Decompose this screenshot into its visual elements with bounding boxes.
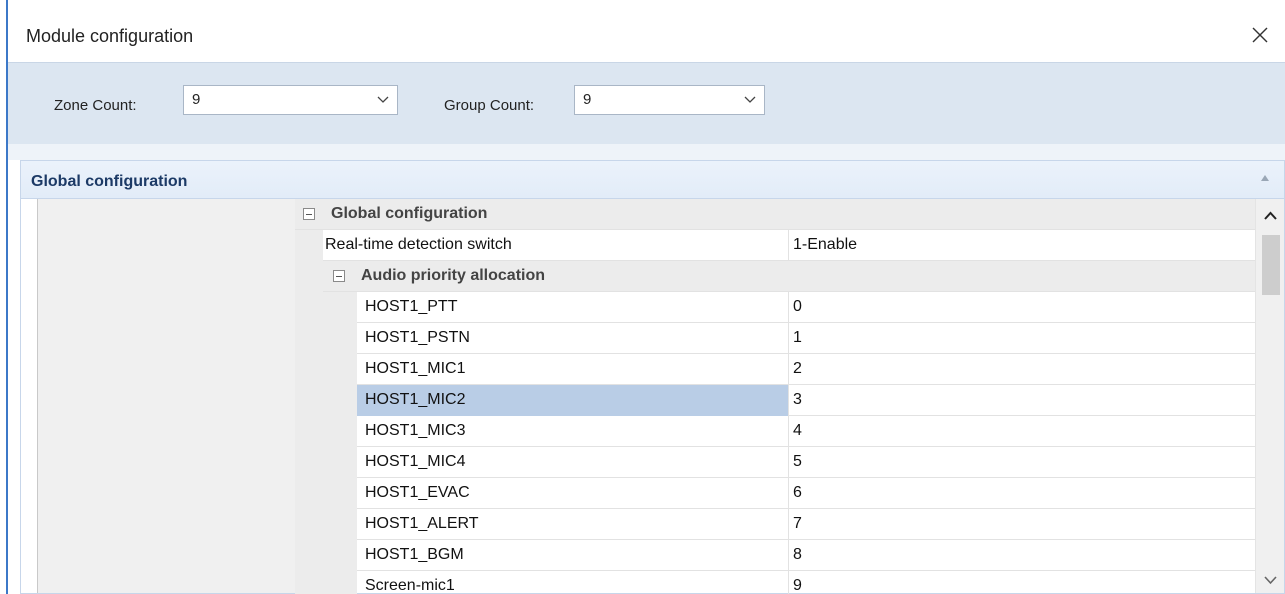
close-icon	[1252, 27, 1268, 43]
property-row[interactable]: HOST1_EVAC 6	[295, 478, 1255, 509]
indent-gutter	[295, 323, 357, 354]
zone-count-dropdown[interactable]: 9	[183, 85, 398, 115]
property-name: HOST1_MIC2	[365, 391, 466, 408]
panel-header[interactable]: Global configuration	[21, 161, 1284, 199]
property-value[interactable]: 6	[793, 484, 802, 502]
property-value[interactable]: 3	[793, 391, 802, 409]
property-row-selected[interactable]: HOST1_MIC2 3	[295, 385, 1255, 416]
window-title: Module configuration	[26, 26, 194, 46]
column-separator	[788, 478, 789, 509]
indent-gutter	[295, 385, 357, 416]
scrollbar-thumb[interactable]	[1262, 235, 1280, 295]
category-label: Global configuration	[331, 205, 488, 222]
property-name: Real-time detection switch	[325, 236, 512, 253]
column-separator	[788, 571, 789, 594]
property-value[interactable]: 2	[793, 360, 802, 378]
vertical-scrollbar[interactable]	[1255, 199, 1284, 593]
property-value[interactable]: 7	[793, 515, 802, 533]
column-separator	[788, 447, 789, 478]
column-separator	[788, 230, 789, 261]
category-label: Audio priority allocation	[361, 267, 546, 284]
collapse-toggle-icon[interactable]	[333, 270, 345, 282]
indent-gutter	[295, 292, 357, 323]
property-name: HOST1_PTT	[365, 298, 458, 315]
scroll-down-icon[interactable]	[1264, 575, 1277, 585]
property-value[interactable]: 4	[793, 422, 802, 440]
indent-gutter	[295, 540, 357, 571]
zone-count-value: 9	[192, 91, 201, 108]
property-value[interactable]: 8	[793, 546, 802, 564]
property-name: HOST1_MIC3	[365, 422, 466, 439]
property-row[interactable]: HOST1_BGM 8	[295, 540, 1255, 571]
close-button[interactable]	[1245, 20, 1275, 50]
indent-gutter	[295, 447, 357, 478]
global-configuration-panel: Global configuration Global configuratio…	[20, 160, 1285, 594]
collapse-toggle-icon[interactable]	[303, 208, 315, 220]
spacer	[8, 144, 1285, 160]
property-grid-gutter	[37, 199, 295, 593]
indent-gutter	[295, 416, 357, 447]
property-row[interactable]: HOST1_MIC1 2	[295, 354, 1255, 385]
collapse-arrow-icon[interactable]	[1260, 174, 1270, 182]
indent-gutter	[295, 261, 323, 292]
column-separator	[788, 416, 789, 447]
property-row[interactable]: HOST1_PTT 0	[295, 292, 1255, 323]
column-separator	[788, 292, 789, 323]
property-row[interactable]: HOST1_PSTN 1	[295, 323, 1255, 354]
column-separator	[788, 323, 789, 354]
property-name: Screen-mic1	[365, 577, 455, 594]
property-name: HOST1_ALERT	[365, 515, 479, 532]
column-separator	[788, 509, 789, 540]
group-count-dropdown[interactable]: 9	[574, 85, 765, 115]
property-name: HOST1_MIC4	[365, 453, 466, 470]
category-row-global[interactable]: Global configuration	[295, 199, 1255, 230]
property-name: HOST1_MIC1	[365, 360, 466, 377]
property-value[interactable]: 5	[793, 453, 802, 471]
title-bar: Module configuration	[8, 0, 1285, 62]
property-row-realtime-detection[interactable]: Real-time detection switch 1-Enable	[295, 230, 1255, 261]
property-value[interactable]: 1	[793, 329, 802, 347]
column-separator	[788, 540, 789, 571]
property-grid: Global configuration Real-time detection…	[295, 199, 1255, 594]
count-toolbar: Zone Count: 9 Group Count: 9	[8, 62, 1285, 144]
indent-gutter	[295, 509, 357, 540]
property-name: HOST1_PSTN	[365, 329, 470, 346]
property-name: HOST1_EVAC	[365, 484, 470, 501]
column-separator	[788, 354, 789, 385]
property-row[interactable]: HOST1_MIC4 5	[295, 447, 1255, 478]
panel-title: Global configuration	[31, 173, 188, 190]
group-count-label: Group Count:	[444, 97, 535, 114]
group-count-value: 9	[583, 91, 592, 108]
scroll-up-icon[interactable]	[1264, 211, 1277, 221]
column-separator	[788, 385, 789, 416]
property-name: HOST1_BGM	[365, 546, 464, 563]
property-row[interactable]: Screen-mic1 9	[295, 571, 1255, 594]
property-value[interactable]: 0	[793, 298, 802, 316]
property-row[interactable]: HOST1_ALERT 7	[295, 509, 1255, 540]
indent-gutter	[295, 354, 357, 385]
indent-gutter	[295, 571, 357, 594]
module-configuration-window: Module configuration Zone Count: 9 Group…	[0, 0, 1285, 594]
chevron-down-icon	[377, 96, 389, 103]
indent-gutter	[295, 230, 323, 261]
property-row[interactable]: HOST1_MIC3 4	[295, 416, 1255, 447]
property-value[interactable]: 1-Enable	[793, 236, 857, 254]
category-row-audio-priority[interactable]: Audio priority allocation	[295, 261, 1255, 292]
chevron-down-icon	[744, 96, 756, 103]
zone-count-label: Zone Count:	[54, 97, 137, 114]
property-value[interactable]: 9	[793, 577, 802, 594]
indent-gutter	[295, 478, 357, 509]
property-grid-area: Global configuration Real-time detection…	[37, 199, 1284, 594]
